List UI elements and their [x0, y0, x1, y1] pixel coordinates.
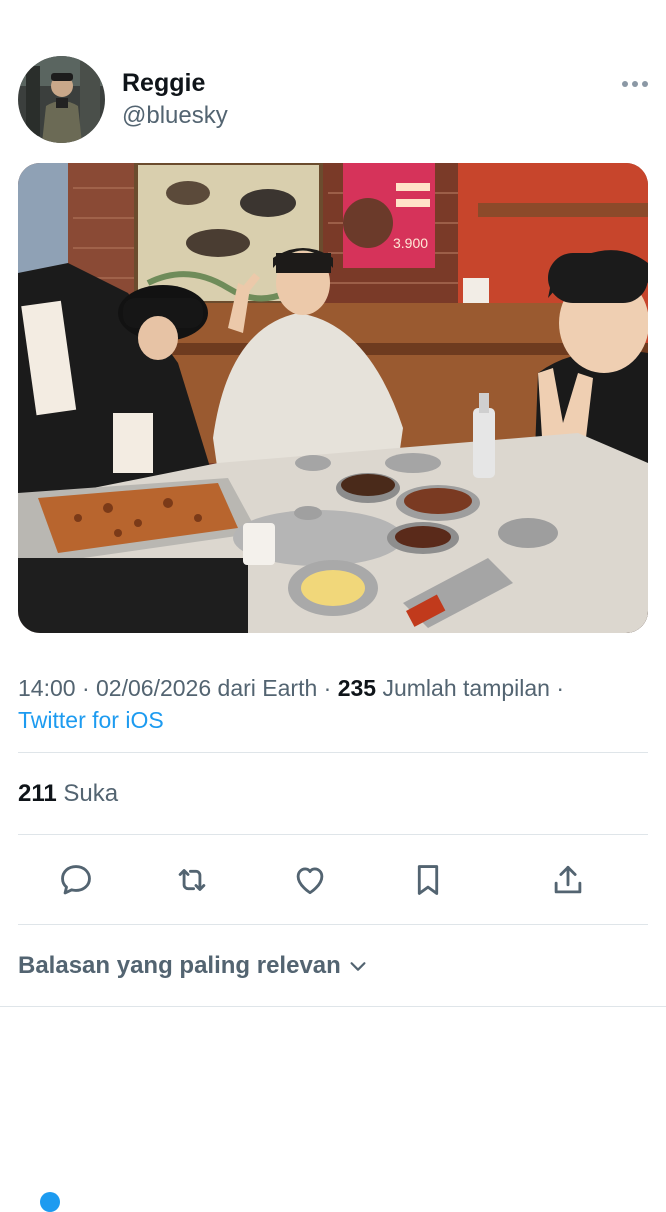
location-prefix: dari: [217, 675, 256, 701]
display-name[interactable]: Reggie: [122, 68, 228, 98]
compose-fab-edge[interactable]: [40, 1192, 60, 1212]
divider: [18, 834, 648, 835]
tweet-photo[interactable]: 3.900: [18, 163, 648, 633]
bookmark-button[interactable]: [406, 858, 450, 902]
tweet-time[interactable]: 14:00: [18, 675, 76, 701]
divider: [18, 924, 648, 925]
divider: [18, 752, 648, 753]
meta-separator: ·: [556, 675, 565, 701]
tweet-location[interactable]: Earth: [262, 675, 317, 701]
replies-sort-label: Balasan yang paling relevan: [18, 952, 341, 979]
meta-separator: ·: [81, 675, 90, 701]
retweet-button[interactable]: [170, 858, 214, 902]
source-link[interactable]: Twitter for iOS: [18, 704, 164, 736]
tweet-meta: 14:00 · 02/06/2026 dari Earth · 235 Juml…: [18, 672, 658, 736]
replies-sort-dropdown[interactable]: Balasan yang paling relevan: [18, 950, 369, 982]
likes-label: Suka: [63, 780, 119, 807]
likes-count: 211: [18, 780, 57, 807]
more-icon: [622, 81, 648, 87]
reply-icon: [61, 865, 91, 895]
share-icon: [554, 865, 582, 894]
likes-stat[interactable]: 211 Suka: [18, 778, 118, 810]
restaurant-photo: 3.900: [18, 163, 648, 633]
tweet-date[interactable]: 02/06/2026: [96, 675, 211, 701]
views-label: Jumlah tampilan: [382, 675, 550, 701]
like-button[interactable]: [288, 858, 332, 902]
reply-button[interactable]: [54, 858, 98, 902]
meta-separator: ·: [323, 675, 332, 701]
views-count: 235: [337, 675, 377, 701]
avatar-image: [18, 56, 105, 143]
user-handle[interactable]: @bluesky: [122, 101, 228, 131]
poster-text: 3.900: [393, 235, 428, 251]
retweet-icon: [178, 869, 206, 891]
avatar[interactable]: [18, 56, 105, 143]
author-info[interactable]: Reggie @bluesky: [122, 68, 228, 131]
like-icon: [296, 867, 324, 895]
share-button[interactable]: [546, 858, 590, 902]
more-options-button[interactable]: [620, 74, 650, 94]
bookmark-icon: [417, 865, 439, 895]
divider: [0, 1006, 666, 1007]
chevron-down-icon: [350, 962, 366, 971]
